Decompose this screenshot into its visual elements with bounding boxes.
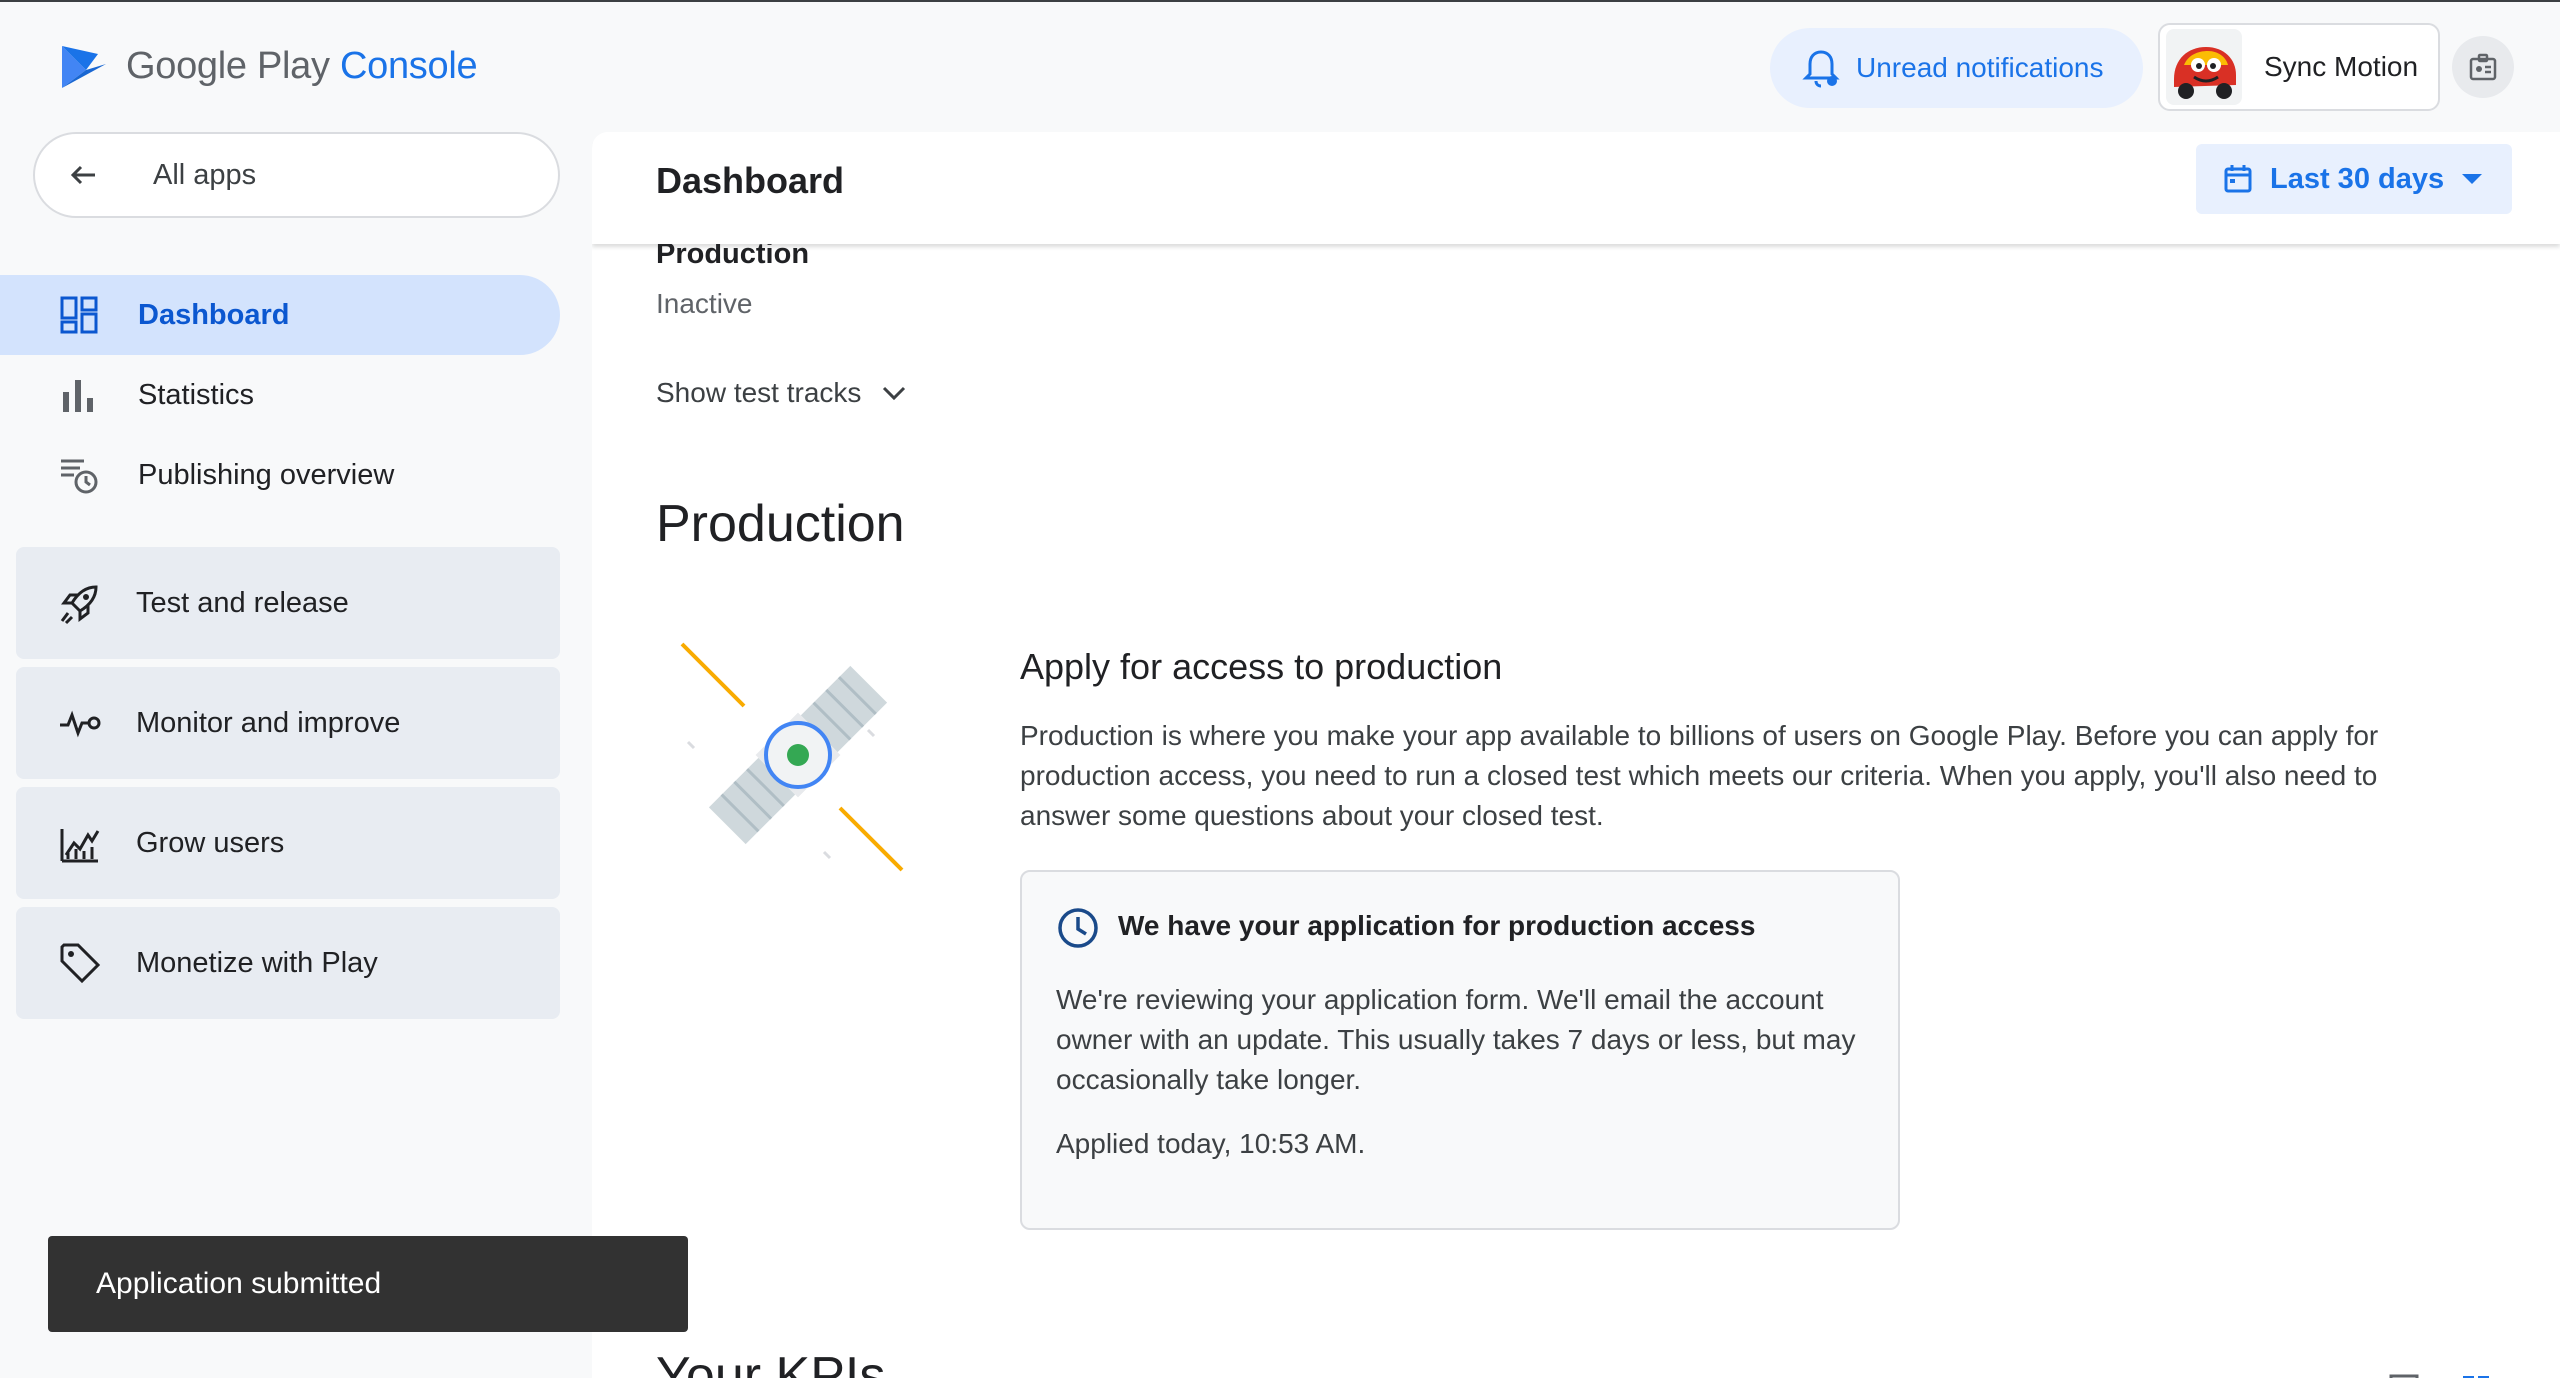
- apply-title: Apply for access to production: [1020, 646, 1503, 687]
- applied-timestamp: Applied today, 10:53 AM.: [1056, 1128, 1366, 1159]
- date-range-label: Last 30 days: [2270, 162, 2445, 195]
- sidebar-group-label: Grow users: [136, 826, 285, 859]
- snackbar: Application submitted: [48, 1236, 688, 1332]
- sidebar-item-statistics[interactable]: Statistics: [0, 355, 560, 435]
- list-view-icon[interactable]: [2388, 1370, 2420, 1378]
- show-test-tracks-toggle[interactable]: Show test tracks: [656, 376, 911, 410]
- caret-down-icon: [2462, 174, 2483, 184]
- sidebar-group-label: Monetize with Play: [136, 946, 378, 979]
- main-content: Dashboard Last 30 days Production Inacti…: [592, 132, 2560, 1378]
- date-range-button[interactable]: Last 30 days: [2196, 144, 2512, 214]
- page-title: Dashboard: [656, 160, 845, 201]
- sidebar-group-label: Test and release: [136, 586, 349, 619]
- sidebar-item-publishing-overview[interactable]: Publishing overview: [0, 435, 560, 515]
- sidebar-group-monitor-and-improve[interactable]: Monitor and improve: [16, 667, 560, 779]
- all-apps-button[interactable]: All apps: [33, 132, 560, 218]
- status-card-heading: We have your application for production …: [1118, 910, 1756, 941]
- section-title: Production: [656, 495, 905, 553]
- rocket-icon: [60, 585, 98, 625]
- unread-notifications-button[interactable]: Unread notifications: [1770, 28, 2143, 108]
- snackbar-message: Application submitted: [96, 1267, 382, 1300]
- sidebar-item-label: Statistics: [138, 378, 255, 411]
- chevron-down-icon: [883, 386, 906, 401]
- sidebar-group-test-and-release[interactable]: Test and release: [16, 547, 560, 659]
- pulse-icon: [60, 710, 101, 738]
- kpi-section-title: Your KPIs: [656, 1347, 886, 1378]
- view-toggle: [2388, 1370, 2492, 1378]
- application-status-card: We have your application for production …: [1020, 870, 1900, 1230]
- dashboard-icon: [60, 296, 98, 334]
- sidebar-item-label: Dashboard: [138, 298, 290, 331]
- apply-description: Production is where you make your app av…: [1020, 720, 2379, 831]
- arrow-back-icon: [70, 165, 95, 185]
- page-header: Dashboard Last 30 days: [592, 132, 2560, 244]
- tag-icon: [60, 943, 101, 984]
- google-play-console-logo[interactable]: Google Play Console: [58, 40, 478, 92]
- calendar-icon: [2224, 165, 2252, 193]
- account-name: Sync Motion: [2264, 51, 2419, 82]
- sidebar-item-label: Publishing overview: [138, 458, 395, 491]
- clock-icon: [1058, 908, 1098, 948]
- account-switcher[interactable]: Sync Motion: [2158, 23, 2440, 111]
- bar-chart-icon: [63, 380, 93, 412]
- logo-text-google-play: Google Play: [126, 44, 330, 87]
- track-status: Inactive: [656, 288, 753, 319]
- sidebar-group-monetize-with-play[interactable]: Monetize with Play: [16, 907, 560, 1019]
- show-test-tracks-label: Show test tracks: [656, 377, 862, 408]
- developer-account-button[interactable]: [2452, 36, 2514, 98]
- growth-icon: [60, 829, 100, 863]
- grid-view-icon[interactable]: [2460, 1370, 2492, 1378]
- sidebar-group-grow-users[interactable]: Grow users: [16, 787, 560, 899]
- notifications-label: Unread notifications: [1856, 52, 2104, 83]
- satellite-illustration: [680, 642, 904, 872]
- schedule-list-icon: [61, 459, 98, 494]
- logo-text: Google Play Console: [126, 44, 478, 88]
- avatar: [2166, 29, 2242, 105]
- play-console-logo-icon: [62, 46, 106, 88]
- logo-text-console: Console: [339, 44, 478, 87]
- all-apps-label: All apps: [153, 158, 257, 191]
- sidebar-group-label: Monitor and improve: [136, 706, 401, 739]
- badge-icon: [2469, 53, 2497, 81]
- bell-icon: [1802, 50, 1840, 88]
- sidebar-item-dashboard[interactable]: Dashboard: [0, 275, 560, 355]
- status-card-body: We're reviewing your application form. W…: [1056, 984, 1856, 1095]
